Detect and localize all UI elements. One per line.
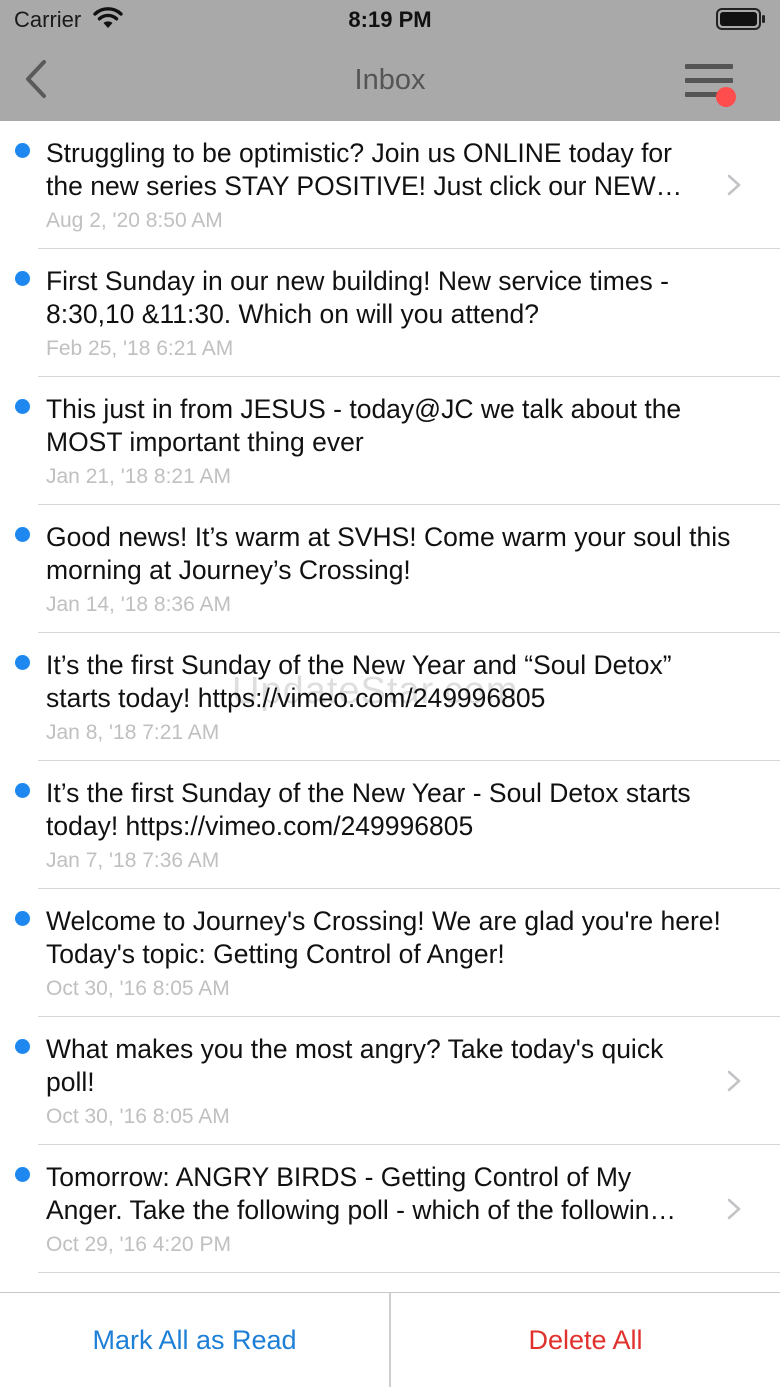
chevron-right-icon <box>727 1070 741 1092</box>
row-separator <box>38 1272 780 1273</box>
unread-indicator <box>15 911 30 926</box>
message-title: First Sunday in our new building! New se… <box>46 266 669 329</box>
message-date: Oct 29, '16 4:20 PM <box>46 1233 231 1256</box>
unread-indicator <box>15 399 30 414</box>
chevron-right-icon <box>727 174 741 196</box>
message-row[interactable]: What makes you the most angry? Take toda… <box>0 1017 780 1145</box>
status-time: 8:19 PM <box>348 7 432 32</box>
message-date: Jan 8, '18 7:21 AM <box>46 721 220 744</box>
message-date: Aug 2, '20 8:50 AM <box>46 209 223 232</box>
menu-bar-middle <box>685 78 733 83</box>
unread-indicator <box>15 527 30 542</box>
mark-all-read-button[interactable]: Mark All as Read <box>0 1293 389 1387</box>
delete-all-button[interactable]: Delete All <box>391 1293 780 1387</box>
menu-bar-top <box>685 64 733 69</box>
message-title: This just in from JESUS - today@JC we ta… <box>46 394 682 457</box>
chevron-right-icon <box>727 1198 741 1220</box>
unread-indicator <box>15 1039 30 1054</box>
message-date: Oct 30, '16 8:05 AM <box>46 977 230 1000</box>
message-row[interactable]: Welcome to Journey's Crossing! We are gl… <box>0 889 780 1017</box>
message-row[interactable]: This just in from JESUS - today@JC we ta… <box>0 377 780 505</box>
message-date: Feb 25, '18 6:21 AM <box>46 337 234 360</box>
message-title: Tomorrow: ANGRY BIRDS - Getting Control … <box>46 1162 676 1225</box>
unread-indicator <box>15 1167 30 1182</box>
message-date: Jan 14, '18 8:36 AM <box>46 593 231 616</box>
menu-button[interactable] <box>680 60 740 108</box>
message-title: Struggling to be optimistic? Join us ONL… <box>46 138 683 201</box>
watermark: UpdateStar.com <box>232 670 519 712</box>
message-title: Good news! It’s warm at SVHS! Come warm … <box>46 522 731 585</box>
message-row[interactable]: It’s the first Sunday of the New Year - … <box>0 761 780 889</box>
message-row[interactable]: Struggling to be optimistic? Join us ONL… <box>0 121 780 249</box>
notification-badge <box>716 87 736 107</box>
message-date: Jan 7, '18 7:36 AM <box>46 849 220 872</box>
message-title: Welcome to Journey's Crossing! We are gl… <box>46 906 721 969</box>
message-date: Oct 30, '16 8:05 AM <box>46 1105 230 1128</box>
message-row[interactable]: Good news! It’s warm at SVHS! Come warm … <box>0 505 780 633</box>
unread-indicator <box>15 271 30 286</box>
page-title: Inbox <box>354 64 426 96</box>
message-row[interactable]: Tomorrow: ANGRY BIRDS - Getting Control … <box>0 1145 780 1273</box>
battery-icon <box>716 8 765 30</box>
unread-indicator <box>15 143 30 158</box>
status-bar: Carrier 8:19 PM <box>0 0 780 40</box>
message-row[interactable]: First Sunday in our new building! New se… <box>0 249 780 377</box>
top-bar: Carrier 8:19 PM Inbox <box>0 0 780 121</box>
unread-indicator <box>15 783 30 798</box>
navigation-bar: Inbox <box>0 40 780 121</box>
message-title: What makes you the most angry? Take toda… <box>46 1034 664 1097</box>
unread-indicator <box>15 655 30 670</box>
bottom-toolbar: Mark All as Read Delete All <box>0 1292 780 1387</box>
message-title: It’s the first Sunday of the New Year - … <box>46 778 691 841</box>
message-date: Jan 21, '18 8:21 AM <box>46 465 231 488</box>
